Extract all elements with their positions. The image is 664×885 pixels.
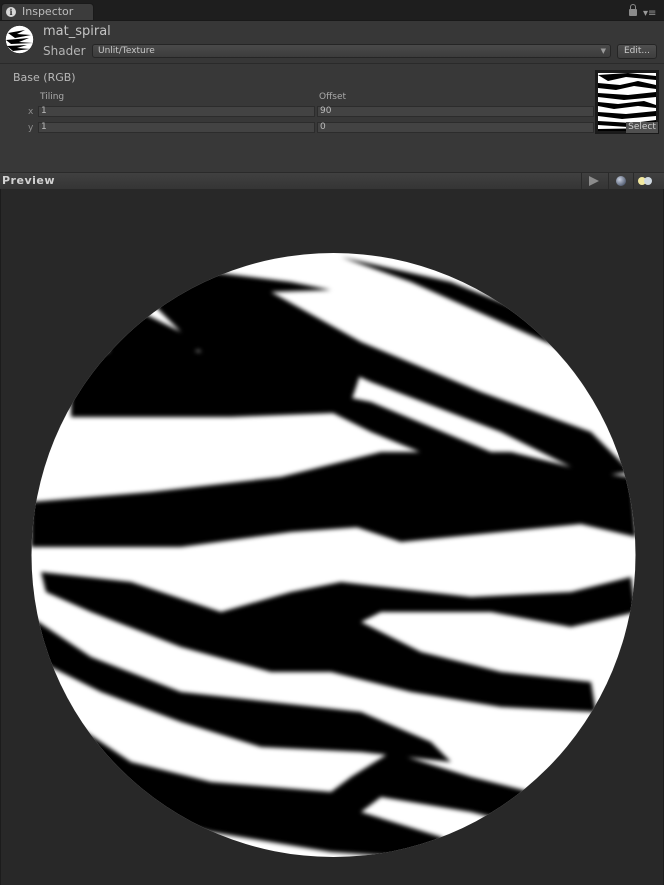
offset-y-field[interactable]: 0 [317,122,594,133]
preview-sphere-icon [616,176,626,186]
material-name: mat_spiral [43,24,111,39]
material-preview-sphere[interactable] [31,252,636,858]
preview-title: Preview [2,174,56,187]
tiling-label: Tiling [40,92,65,102]
axis-y-label: y [28,123,34,133]
tab-bar: i Inspector ▾≡ [0,0,664,21]
material-properties: Base (RGB) Tiling Offset x y 1 1 90 0 Se… [0,64,664,172]
texture-slot[interactable]: Select [595,70,659,134]
lock-icon[interactable] [629,4,637,16]
texture-select-button[interactable]: Select [626,122,658,133]
chevron-down-icon: ▼ [600,47,606,55]
axis-x-label: x [28,107,34,117]
info-icon: i [6,7,16,17]
shader-dropdown[interactable]: Unlit/Texture ▼ [92,44,611,58]
preview-mesh-button[interactable] [608,173,633,189]
material-header: mat_spiral Shader Unlit/Texture ▼ ? ⚙ Ed… [0,21,664,64]
offset-label: Offset [319,92,347,102]
tab-label: Inspector [22,5,74,18]
light-two-icon [644,177,652,185]
preview-lights-button[interactable] [633,173,664,189]
tab-inspector[interactable]: i Inspector [1,3,94,20]
tiling-y-field[interactable]: 1 [38,122,315,133]
shader-value: Unlit/Texture [98,46,155,56]
tiling-x-field[interactable]: 1 [38,106,315,117]
offset-x-field[interactable]: 90 [317,106,594,117]
edit-shader-button[interactable]: Edit... [617,44,657,59]
preview-play-button[interactable] [581,173,608,189]
preview-header[interactable]: Preview [0,172,664,190]
texture-property-label: Base (RGB) [13,71,76,84]
preview-area[interactable] [0,189,664,885]
material-thumbnail-icon [5,25,34,54]
tab-menu-icon[interactable]: ▾≡ [643,9,656,19]
play-icon [589,176,599,186]
shader-label: Shader [43,44,86,58]
